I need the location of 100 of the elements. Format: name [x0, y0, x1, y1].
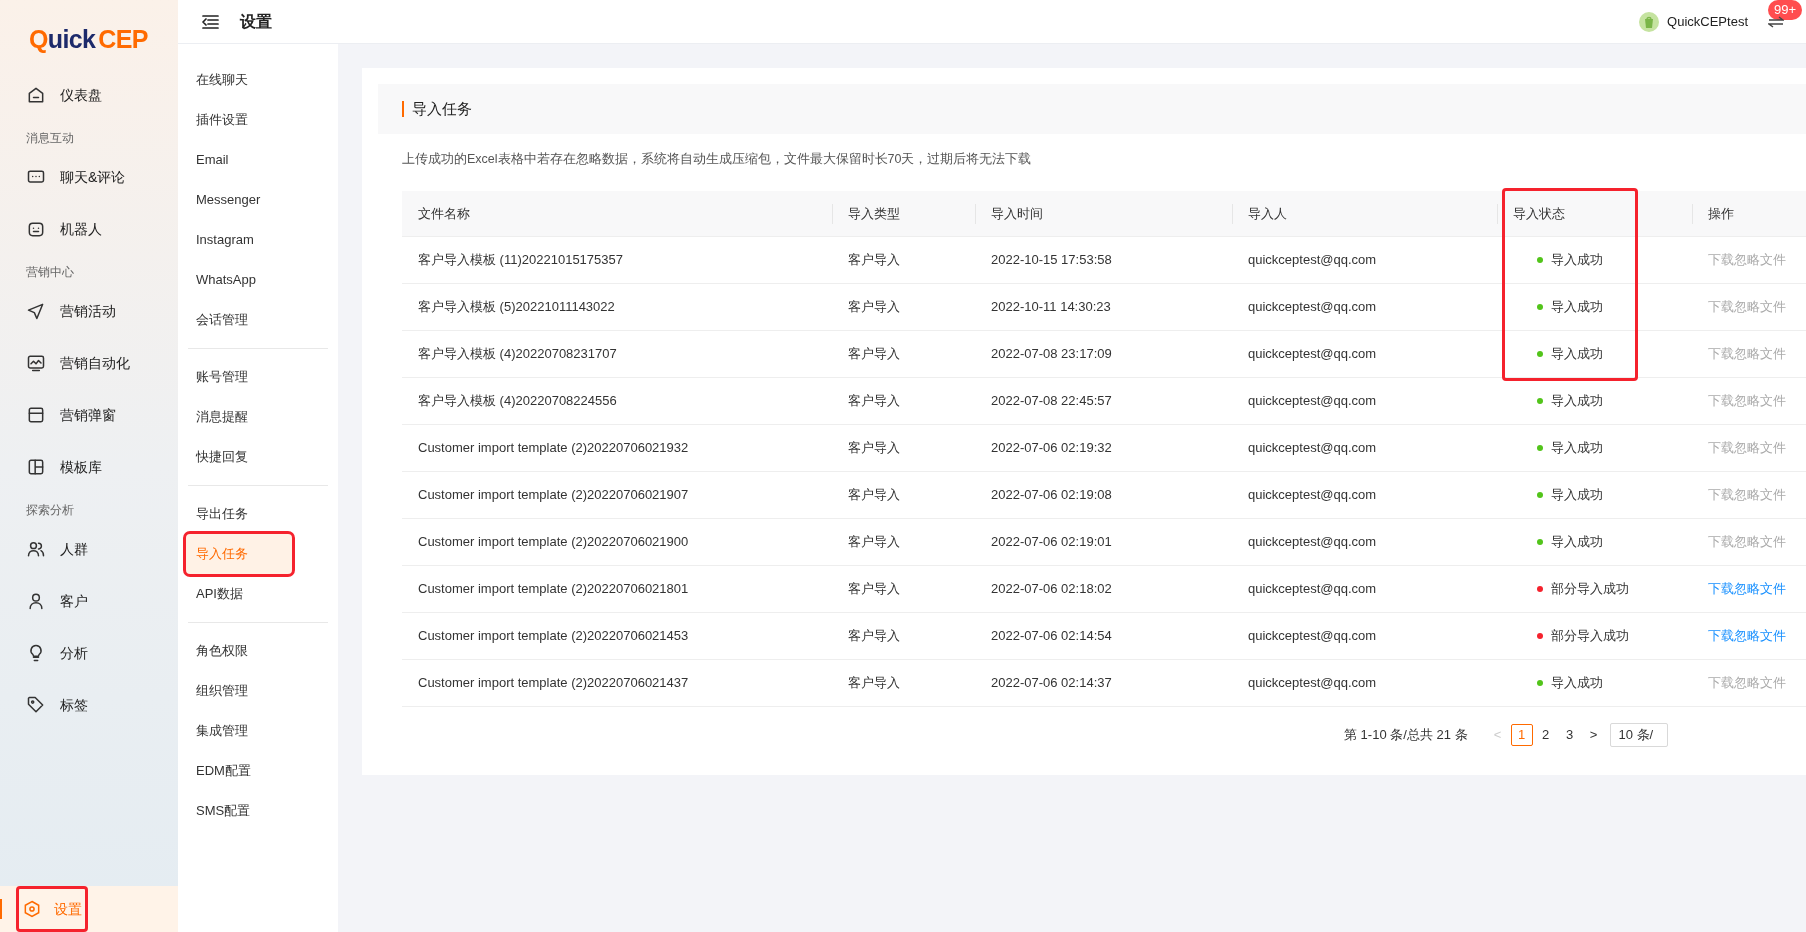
status-text: 部分导入成功 — [1551, 627, 1629, 645]
table-cell-text: quickceptest@qq.com — [1248, 674, 1377, 692]
layout-icon — [26, 457, 46, 477]
table-cell-text: 2022-07-08 23:17:09 — [991, 345, 1112, 363]
logo-text: CEP — [98, 27, 148, 52]
table-cell-text: 2022-07-06 02:14:54 — [991, 627, 1112, 645]
page-button[interactable]: 2 — [1534, 723, 1557, 746]
table-cell-text: 客户导入模板 (5)20221011143022 — [418, 298, 615, 316]
status-text: 导入成功 — [1551, 345, 1603, 363]
menu-item[interactable]: API数据 — [186, 574, 330, 614]
table-cell-text: 2022-07-06 02:19:01 — [991, 533, 1112, 551]
table-cell-text: 客户导入 — [848, 251, 900, 269]
table-cell-text: 2022-10-11 14:30:23 — [991, 298, 1111, 316]
section-label: 营销中心 — [25, 264, 75, 281]
chart-screen-icon — [26, 353, 46, 373]
status-text: 导入成功 — [1551, 439, 1603, 457]
menu-item[interactable]: 消息提醒 — [186, 397, 330, 437]
table-cell-text: 客户导入模板 (4)20220708231707 — [418, 345, 617, 363]
table-cell-text: quickceptest@qq.com — [1248, 439, 1377, 457]
table-cell-text: Customer import template (2)20220706021437 — [418, 674, 689, 692]
table-cell-text: quickceptest@qq.com — [1248, 345, 1377, 363]
next-page-button[interactable]: > — [1581, 725, 1606, 745]
menu-item[interactable]: Instagram — [186, 220, 330, 260]
table-cell-text: 2022-07-06 02:19:32 — [991, 439, 1112, 457]
users-icon — [26, 539, 46, 559]
nav-item[interactable]: 人群 — [0, 523, 178, 575]
menu-item[interactable]: 在线聊天 — [186, 60, 330, 100]
page-summary: 第 1-10 条/总共 21 条 — [1344, 726, 1468, 744]
logo-text: uick — [47, 27, 96, 52]
logo-letter: Q — [29, 27, 48, 52]
table-cell-text: 客户导入 — [848, 439, 900, 457]
home-icon — [26, 85, 46, 105]
table-cell-text: 2022-07-06 02:19:08 — [991, 486, 1112, 504]
status-text: 导入成功 — [1551, 251, 1603, 269]
status-text: 导入成功 — [1551, 533, 1603, 551]
table-cell-text: 客户导入 — [848, 674, 900, 692]
table-cell-text: quickceptest@qq.com — [1248, 298, 1377, 316]
menu-item[interactable]: 账号管理 — [186, 357, 330, 397]
table-cell-text: 客户导入模板 (4)20220708224556 — [418, 392, 617, 410]
menu-item[interactable]: WhatsApp — [186, 260, 330, 300]
nav-item[interactable]: 机器人 — [0, 203, 178, 255]
tag-icon — [26, 695, 46, 715]
table-cell-text: quickceptest@qq.com — [1248, 392, 1377, 410]
table-cell-text: Customer import template (2)20220706021453 — [418, 627, 689, 645]
status-text: 导入成功 — [1551, 298, 1603, 316]
window-icon — [26, 405, 46, 425]
nav-item[interactable]: 标签 — [0, 679, 178, 731]
page-title: 设置 — [240, 11, 272, 32]
menu-item[interactable]: 组织管理 — [186, 671, 330, 711]
table-cell-text: quickceptest@qq.com — [1248, 486, 1377, 504]
menu-item[interactable]: Email — [186, 140, 330, 180]
nav-item[interactable]: 分析 — [0, 627, 178, 679]
nav-item[interactable]: 客户 — [0, 575, 178, 627]
table-cell-text: 2022-07-06 02:14:37 — [991, 674, 1112, 692]
menu-item[interactable]: EDM配置 — [186, 751, 330, 791]
shop-name[interactable]: QuickCEPtest — [1667, 11, 1748, 32]
settings-icon — [22, 899, 42, 919]
nav-item[interactable]: 仪表盘 — [0, 69, 178, 121]
menu-item[interactable]: 会话管理 — [186, 300, 330, 340]
nav-item[interactable]: 营销弹窗 — [0, 389, 178, 441]
menu-item[interactable]: 插件设置 — [186, 100, 330, 140]
table-cell-text: Customer import template (2)20220706021801 — [418, 580, 689, 598]
table-cell-text: quickceptest@qq.com — [1248, 627, 1377, 645]
nav-item[interactable]: 聊天&评论 — [0, 151, 178, 203]
status-text: 导入成功 — [1551, 674, 1603, 692]
menu-item[interactable]: 集成管理 — [186, 711, 330, 751]
table-cell-text: 客户导入 — [848, 627, 900, 645]
status-text: 导入成功 — [1551, 486, 1603, 504]
status-text: 导入成功 — [1551, 392, 1603, 410]
table-cell-text: quickceptest@qq.com — [1248, 580, 1377, 598]
table-cell-text: 2022-07-06 02:18:02 — [991, 580, 1112, 598]
menu-fold-icon[interactable] — [200, 12, 220, 31]
column-header: 导入人 — [1248, 204, 1287, 223]
table-cell-text: 客户导入 — [848, 298, 900, 316]
table-cell-text: 客户导入模板 (11)20221015175357 — [418, 251, 623, 269]
menu-item[interactable]: 导出任务 — [186, 494, 330, 534]
accent-bar — [402, 101, 404, 117]
column-header: 导入类型 — [848, 204, 900, 223]
menu-item[interactable]: SMS配置 — [186, 791, 330, 831]
table-cell-text: 客户导入 — [848, 533, 900, 551]
nav-item[interactable]: 模板库 — [0, 441, 178, 493]
page-size-select[interactable]: 10 条/ — [1609, 722, 1669, 747]
column-header: 文件名称 — [418, 204, 470, 223]
table-cell-text: 2022-07-08 22:45:57 — [991, 392, 1112, 410]
nav-item[interactable]: 营销自动化 — [0, 337, 178, 389]
column-header: 导入状态 — [1513, 204, 1565, 223]
table-cell-text: 客户导入 — [848, 486, 900, 504]
switch-icon[interactable] — [1768, 14, 1784, 29]
table-cell-text: quickceptest@qq.com — [1248, 251, 1377, 269]
table-cell-text: 客户导入 — [848, 392, 900, 410]
table-cell-text: Customer import template (2)20220706021907 — [418, 486, 689, 504]
page-button[interactable]: 3 — [1558, 723, 1581, 746]
menu-item[interactable]: Messenger — [186, 180, 330, 220]
column-header: 导入时间 — [991, 204, 1043, 223]
menu-item[interactable]: 角色权限 — [186, 631, 330, 671]
user-icon — [26, 591, 46, 611]
table-cell-text: Customer import template (2)20220706021932 — [418, 439, 689, 457]
nav-item[interactable]: 营销活动 — [0, 285, 178, 337]
menu-item[interactable]: 快捷回复 — [186, 437, 330, 477]
table-cell-text: 2022-10-15 17:53:58 — [991, 251, 1112, 269]
